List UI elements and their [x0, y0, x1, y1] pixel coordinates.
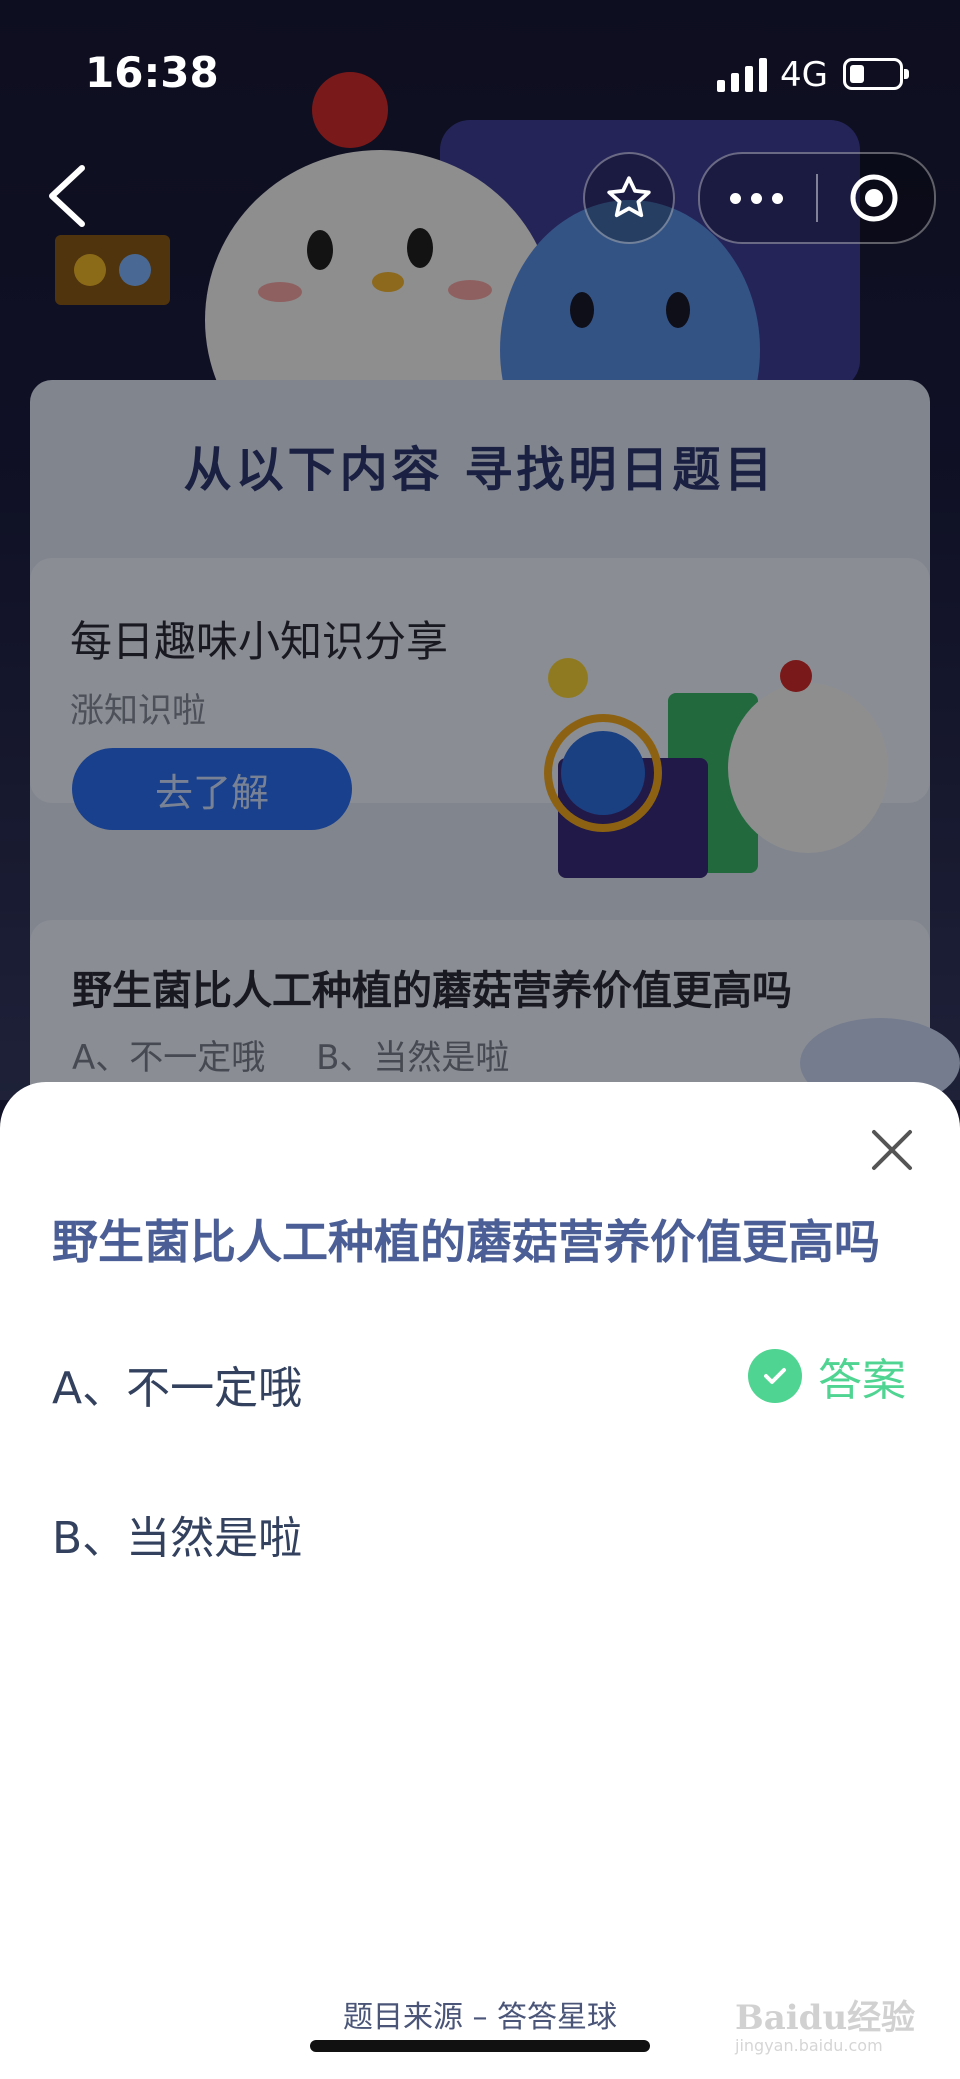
option-b[interactable]: B、当然是啦 [52, 1502, 302, 1566]
more-dots-icon [730, 192, 741, 204]
back-button[interactable] [40, 160, 100, 230]
find-tomorrow-panel: 从以下内容 寻找明日题目 每日趣味小知识分享 涨知识啦 去了解 野生菌比人工种植… [30, 380, 960, 1100]
answer-sheet: 野生菌比人工种植的蘑菇营养价值更高吗 A、不一定哦 答案 B、当然是啦 题目来源… [0, 1082, 960, 2079]
question-title: 野生菌比人工种植的蘑菇营养价值更高吗 [52, 1215, 880, 1269]
target-icon [865, 189, 883, 207]
globe-chick-illustration [544, 658, 888, 878]
status-bar: 16:38 4G [0, 0, 960, 150]
watermark-url: jingyan.baidu.com [735, 2036, 883, 2055]
mini-program-capsule [698, 152, 936, 244]
battery-icon [843, 58, 909, 90]
answer-indicator: 答案 [748, 1346, 906, 1406]
signal-icon [717, 58, 767, 92]
watermark-text: Baidu经验 [735, 1998, 916, 2038]
daily-knowledge-card: 每日趣味小知识分享 涨知识啦 去了解 [30, 558, 930, 878]
favorite-button[interactable] [583, 152, 675, 244]
capsule-divider [816, 174, 818, 222]
network-type: 4G [780, 55, 828, 95]
more-button[interactable] [730, 178, 800, 218]
preview-options: A、不一定哦 B、当然是啦 [72, 1038, 510, 1078]
close-program-button[interactable] [848, 172, 900, 224]
preview-question: 野生菌比人工种植的蘑菇营养价值更高吗 [72, 968, 792, 1014]
chevron-left-icon [49, 165, 85, 227]
question-preview-card[interactable]: 野生菌比人工种植的蘑菇营养价值更高吗 A、不一定哦 B、当然是啦 [30, 920, 960, 1100]
panel-title: 从以下内容 寻找明日题目 [183, 442, 777, 498]
card-title: 每日趣味小知识分享 [70, 617, 449, 666]
close-icon[interactable] [866, 1124, 918, 1176]
learn-more-button[interactable]: 去了解 [72, 748, 352, 830]
home-indicator[interactable] [310, 2040, 650, 2052]
baidu-watermark: Baidu经验 jingyan.baidu.com [735, 1982, 935, 2055]
star-icon [607, 176, 651, 218]
option-a[interactable]: A、不一定哦 [52, 1352, 302, 1416]
check-circle-icon [748, 1349, 802, 1403]
answer-label: 答案 [818, 1355, 906, 1406]
status-time: 16:38 [85, 48, 219, 97]
card-subtitle: 涨知识啦 [70, 691, 206, 731]
